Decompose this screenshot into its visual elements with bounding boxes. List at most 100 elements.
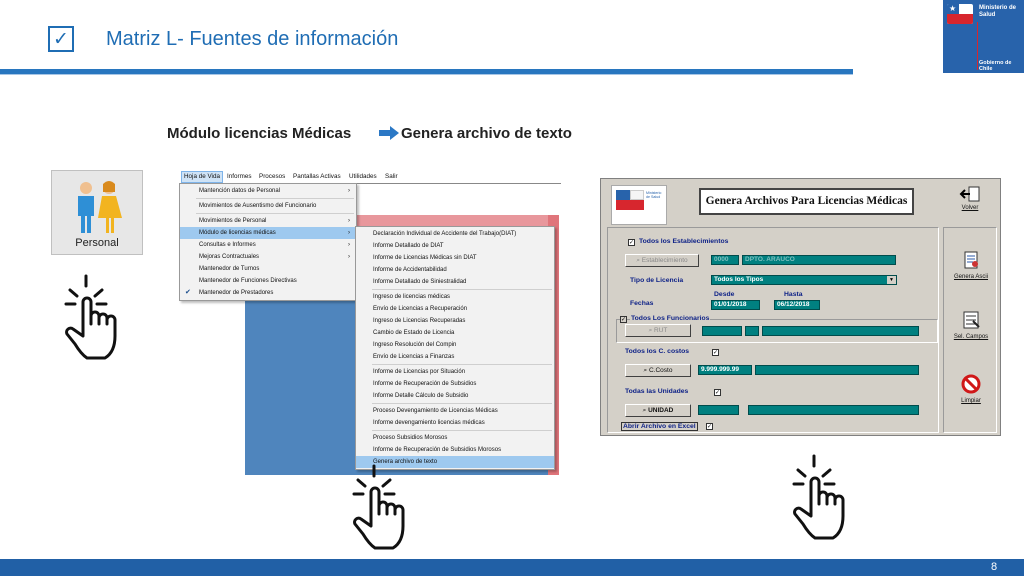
- menu-item[interactable]: Mantenedor de Funciones Directivas: [180, 275, 356, 287]
- establecimiento-name-field[interactable]: DPTO. ARAUCO: [742, 255, 896, 265]
- tipo-licencia-label: Tipo de Licencia: [630, 277, 684, 284]
- hasta-date-field[interactable]: 06/12/2018: [774, 300, 820, 310]
- submenu-item[interactable]: Informe de Licencias Médicas sin DIAT: [356, 252, 554, 264]
- establecimiento-button-label: Establecimiento: [641, 257, 688, 264]
- submenu-item[interactable]: Informe de Accidentabilidad: [356, 264, 554, 276]
- submenu-item-label: Declaración Individual de Accidente del …: [373, 231, 517, 237]
- funcionario-name-field[interactable]: [762, 326, 919, 336]
- exit-door-icon: [959, 186, 980, 202]
- submenu-item[interactable]: Informe de Recuperación de Subsidios Mor…: [356, 444, 554, 456]
- flag-icon: ★: [947, 4, 973, 24]
- submenu-item[interactable]: Envío de Licencias a Recuperación: [356, 303, 554, 315]
- unidad-name-field[interactable]: [748, 405, 919, 415]
- submenu-item[interactable]: Envío de Licencias a Finanzas: [356, 351, 554, 363]
- ccosto-button[interactable]: ⌕ C.Costo: [625, 364, 691, 377]
- submenu-item-label: Ingreso de licencias médicas: [373, 294, 451, 300]
- logo-government-text: Gobierno de Chile: [979, 60, 1012, 72]
- genera-ascii-button[interactable]: Genera Ascii: [951, 248, 991, 286]
- submenu-item-label: Informe Detallado de Siniestralidad: [373, 279, 467, 285]
- todos-ccostos-checkbox[interactable]: ✓: [712, 349, 719, 356]
- dialog-logo-text: Ministerio de Salud: [646, 191, 662, 199]
- todos-establecimientos-checkbox[interactable]: ✓: [628, 239, 635, 246]
- submenu-item[interactable]: Informe Detallado de DIAT: [356, 240, 554, 252]
- volver-button[interactable]: Volver: [949, 185, 991, 223]
- menu-item-label: Módulo de licencias médicas: [199, 230, 276, 236]
- page-number: 8: [990, 561, 998, 573]
- submenu-item-label: Ingreso Resolución del Compin: [373, 342, 457, 348]
- menu-salir[interactable]: Salir: [385, 173, 398, 180]
- rut-button[interactable]: ⌕ RUT: [625, 324, 691, 337]
- menu-item[interactable]: Consultas e Informes ›: [180, 239, 356, 251]
- menu-item[interactable]: Mejoras Contractuales ›: [180, 251, 356, 263]
- todos-ccostos-label: Todos los C. costos: [625, 348, 690, 355]
- sel-campos-label: Sel. Campos: [953, 334, 989, 340]
- submenu-item[interactable]: Ingreso de Licencias Recuperadas: [356, 315, 554, 327]
- menu-item[interactable]: Mantenedor de Turnos: [180, 263, 356, 275]
- establecimiento-button[interactable]: ⌕ Establecimiento: [625, 254, 699, 267]
- limpiar-button[interactable]: Limpiar: [951, 372, 991, 410]
- genera-ascii-label: Genera Ascii: [953, 274, 989, 280]
- hoja-de-vida-dropdown: Mantención datos de Personal › Movimiento…: [179, 183, 357, 301]
- right-arrow-icon: [379, 126, 399, 140]
- submenu-item[interactable]: Informe devengamiento licencias médicas: [356, 417, 554, 429]
- submenu-item[interactable]: Proceso Subsidios Morosos: [356, 432, 554, 444]
- menu-item[interactable]: Movimientos de Personal ›: [180, 215, 356, 227]
- menu-item-label: Mantenedor de Prestadores: [199, 290, 274, 296]
- menu-utilidades[interactable]: Utilidades: [349, 173, 377, 180]
- submenu-item[interactable]: Informe Detalle Cálculo de Subsidio: [356, 390, 554, 402]
- submenu-item[interactable]: Ingreso Resolución del Compin: [356, 339, 554, 351]
- submenu-item[interactable]: Informe de Licencias por Situación: [356, 366, 554, 378]
- desde-date-field[interactable]: 01/01/2018: [711, 300, 760, 310]
- ccosto-field[interactable]: 9.999.999.99: [698, 365, 752, 375]
- ministry-logo: ★ Ministerio de Salud Gobierno de Chile: [943, 0, 1024, 73]
- title-divider-light: [0, 74, 853, 75]
- genera-archivos-dialog: Ministerio de Salud Genera Archivos Para…: [600, 178, 1001, 436]
- menu-item[interactable]: Movimientos de Ausentismo del Funcionari…: [180, 200, 356, 212]
- unidad-button-label: UNIDAD: [648, 407, 674, 414]
- menu-informes[interactable]: Informes: [227, 173, 252, 180]
- submenu-item[interactable]: Informe de Recuperación de Subsidios: [356, 378, 554, 390]
- filter-panel: ✓ Todos los Establecimientos ⌕ Estableci…: [607, 227, 939, 433]
- footer-bar: [0, 559, 1024, 576]
- todas-unidades-checkbox[interactable]: ✓: [714, 389, 721, 396]
- rut-field[interactable]: [702, 326, 742, 336]
- todos-establecimientos-label: Todos los Establecimientos: [639, 238, 729, 245]
- chevron-down-icon[interactable]: ▼: [887, 276, 896, 284]
- logo-divider: [977, 22, 978, 70]
- submenu-item[interactable]: Informe Detallado de Siniestralidad: [356, 276, 554, 288]
- subtitle-module: Módulo licencias Médicas: [167, 125, 352, 142]
- menu-procesos[interactable]: Procesos: [259, 173, 285, 180]
- personal-label: Personal: [75, 237, 119, 249]
- ccosto-name-field[interactable]: [755, 365, 919, 375]
- checkbox-icon: ✓: [48, 26, 74, 52]
- menu-item-label: Movimientos de Ausentismo del Funcionari…: [199, 203, 317, 209]
- document-icon: [964, 251, 978, 269]
- menu-item-label: Mantención datos de Personal: [199, 188, 281, 194]
- menu-item[interactable]: Mantención datos de Personal ›: [180, 185, 356, 197]
- unidad-button[interactable]: ⌕ UNIDAD: [625, 404, 691, 417]
- submenu-item[interactable]: Cambio de Estado de Licencia: [356, 327, 554, 339]
- menu-item-label: Mejoras Contractuales: [199, 254, 260, 260]
- menu-item[interactable]: ✔ Mantenedor de Prestadores: [180, 287, 356, 299]
- menu-hoja-de-vida[interactable]: Hoja de Vida: [181, 171, 223, 183]
- personal-button[interactable]: Personal: [51, 170, 143, 255]
- menu-item-label: Mantenedor de Funciones Directivas: [199, 278, 297, 284]
- unidad-code-field[interactable]: [698, 405, 739, 415]
- submenu-item[interactable]: Proceso Devengamiento de Licencias Médic…: [356, 405, 554, 417]
- prohibited-icon: [961, 374, 981, 394]
- submenu-item[interactable]: Ingreso de licencias médicas: [356, 291, 554, 303]
- abrir-excel-checkbox[interactable]: ✓: [706, 423, 713, 430]
- submenu-item[interactable]: Declaración Individual de Accidente del …: [356, 228, 554, 240]
- dialog-title: Genera Archivos Para Licencias Médicas: [699, 188, 914, 215]
- menu-pantallas-activas[interactable]: Pantallas Activas: [293, 173, 341, 180]
- establecimiento-code-field[interactable]: 0000: [711, 255, 739, 265]
- todos-funcionarios-checkbox[interactable]: ✓: [620, 316, 627, 323]
- submenu-item-label: Informe de Accidentabilidad: [373, 267, 447, 273]
- submenu-item-label: Informe de Recuperación de Subsidios: [373, 381, 477, 387]
- tipo-licencia-select[interactable]: Todos los Tipos ▼: [711, 275, 897, 285]
- sel-campos-button[interactable]: Sel. Campos: [951, 308, 991, 346]
- rut-dv-field[interactable]: [745, 326, 759, 336]
- menu-item-licencias[interactable]: Módulo de licencias médicas ›: [180, 227, 356, 239]
- abrir-excel-label: Abrir Archivo en Excel: [621, 422, 698, 431]
- people-icon: [78, 181, 122, 233]
